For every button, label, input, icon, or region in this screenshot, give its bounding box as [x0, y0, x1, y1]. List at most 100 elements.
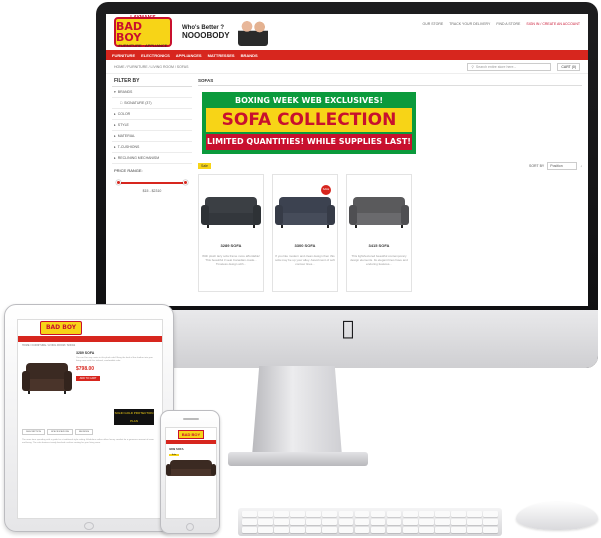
page-body: FILTER BY ▾ BRANDS □ SIGNATURE (37) ▸ COLOR…: [106, 74, 588, 294]
chevron-right-icon: ▸: [114, 134, 116, 138]
phone-sale-tag: Sale: [169, 454, 179, 456]
chevron-down-icon: ▾: [114, 90, 116, 94]
price-slider[interactable]: [116, 179, 188, 187]
nav-appliances[interactable]: APPLIANCES: [176, 53, 202, 58]
add-to-cart-button[interactable]: ADD TO CART: [76, 376, 100, 381]
device-mockup:  LAYMAN'S BAD BOY FURNITURE · APPLIANCE…: [0, 0, 601, 538]
nav-brands[interactable]: BRANDS: [241, 53, 258, 58]
page-title: SOFAS: [198, 76, 582, 86]
sort-label: SORT BY: [529, 164, 545, 168]
tab-description[interactable]: DESCRIPTION: [22, 429, 45, 435]
sort-bar: Sale SORT BY Position ↓: [198, 162, 582, 170]
logo-main-text: BAD BOY: [116, 20, 143, 44]
chevron-right-icon: ▸: [114, 145, 116, 149]
tablet-product-image[interactable]: [22, 351, 72, 405]
chevron-right-icon: ▸: [114, 123, 116, 127]
tab-specifications[interactable]: SPECIFICATIONS: [46, 429, 74, 435]
tablet-product-price: $798.00: [76, 366, 95, 372]
sofa-image[interactable]: [275, 193, 335, 237]
tablet-product-title: 3289 SOFA: [76, 351, 95, 355]
nav-electronics[interactable]: ELECTRONICS: [141, 53, 170, 58]
tab-reviews[interactable]: REVIEWS: [75, 429, 94, 435]
tagline: Who's Better ? NOOOBODY: [182, 25, 230, 40]
filter-material[interactable]: ▸ MATERIAL: [112, 131, 192, 142]
filter-signature[interactable]: □ SIGNATURE (37): [112, 98, 192, 109]
nav-mattresses[interactable]: MATTRESSES: [208, 53, 235, 58]
top-link-track-delivery[interactable]: TRACK YOUR DELIVERY: [449, 22, 490, 26]
product-listing: SOFAS BOXING WEEK WEB EXCLUSIVES! SOFA C…: [198, 76, 582, 292]
top-link-find-store[interactable]: FIND A STORE: [496, 22, 520, 26]
breadcrumb[interactable]: HOME / FURNITURE / LIVING ROOM / SOFAS: [114, 65, 188, 69]
product-name[interactable]: 3415 SOFA: [349, 243, 409, 248]
product-description: If you like modern and clean design then…: [275, 254, 335, 266]
search-input[interactable]: ⚲ Search entire store here...: [467, 62, 552, 71]
website-tablet: BAD BOY HOME / FURNITURE / LIVING ROOM /…: [17, 319, 163, 519]
site-header: LAYMAN'S BAD BOY FURNITURE · APPLIANCE W…: [106, 14, 588, 50]
crumb-bar: HOME / FURNITURE / LIVING ROOM / SOFAS ⚲…: [106, 60, 588, 74]
banner-bottom-text: LIMITED QUANTITIES! WHILE SUPPLIES LAST!: [206, 134, 412, 150]
price-range-value: $15 - $2310: [142, 189, 162, 193]
search-icon: ⚲: [471, 64, 474, 69]
keyboard: [238, 508, 502, 536]
search-placeholder: Search entire store here...: [475, 64, 517, 69]
product-card[interactable]: SALE 3300 SOFA If you like modern and cl…: [272, 174, 338, 292]
filter-brands-label: BRANDS: [117, 90, 133, 94]
checkbox-icon: □: [120, 101, 123, 105]
banner-top-text: BOXING WEEK WEB EXCLUSIVES!: [222, 94, 396, 107]
top-links: OUR STORE TRACK YOUR DELIVERY FIND A STO…: [422, 22, 580, 26]
speaker: [183, 418, 199, 420]
filter-sidebar: FILTER BY ▾ BRANDS □ SIGNATURE (37) ▸ COLOR…: [112, 76, 192, 292]
tagline-main: NOOOBODY: [182, 31, 230, 40]
filter-signature-label: SIGNATURE (37): [124, 101, 152, 105]
filter-cushions[interactable]: ▸ T-CUSHIONS: [112, 142, 192, 153]
price-slider-min-handle[interactable]: [116, 180, 121, 185]
website-desktop: LAYMAN'S BAD BOY FURNITURE · APPLIANCE W…: [106, 14, 588, 306]
product-name[interactable]: 3300 SOFA: [275, 243, 335, 248]
price-slider-max-handle[interactable]: [183, 180, 188, 185]
sofa-image[interactable]: [349, 193, 409, 237]
tablet-product: 3289 SOFA You can't be any cozier in thi…: [18, 349, 162, 407]
promo-banner[interactable]: BOXING WEEK WEB EXCLUSIVES! SOFA COLLECT…: [202, 92, 416, 154]
site-logo[interactable]: LAYMAN'S BAD BOY FURNITURE · APPLIANCE: [114, 16, 172, 48]
product-name[interactable]: 3289 SOFA: [201, 243, 261, 248]
filter-brands[interactable]: ▾ BRANDS: [112, 87, 192, 98]
product-card[interactable]: 3289 SOFA With plush lazy sofa frame mor…: [198, 174, 264, 292]
phone-product-title: 3289 SOFA: [169, 447, 184, 451]
mascots-image: [237, 18, 268, 46]
sort-direction-icon[interactable]: ↓: [580, 164, 582, 168]
filter-cushions-label: T-CUSHIONS: [117, 145, 140, 149]
phone-product-image[interactable]: [166, 458, 216, 488]
apple-logo-icon: : [339, 318, 357, 338]
iphone: BAD BOY 3289 SOFA Sale: [160, 410, 220, 534]
product-description: This light/textured beautiful contempora…: [350, 254, 408, 266]
filter-reclining[interactable]: ▸ RECLINING MECHANISM: [112, 153, 192, 164]
cart-button[interactable]: CART (0): [557, 62, 580, 71]
price-slider-track: [118, 182, 186, 184]
main-nav: FURNITURE ELECTRONICS APPLIANCES MATTRES…: [106, 50, 588, 60]
filter-color[interactable]: ▸ COLOR: [112, 109, 192, 120]
tablet-tabs: DESCRIPTION SPECIFICATIONS REVIEWS: [18, 427, 162, 437]
top-link-sign-in[interactable]: SIGN IN / CREATE AN ACCOUNT: [526, 22, 580, 26]
tablet-breadcrumb[interactable]: HOME / FURNITURE / LIVING ROOM / SOFAS: [18, 342, 162, 349]
protection-plan-badge[interactable]: SOLID GOLD PROTECTION PLAN: [114, 409, 154, 425]
nav-furniture[interactable]: FURNITURE: [112, 53, 135, 58]
logo-sub-text: FURNITURE · APPLIANCE: [118, 43, 168, 48]
phone-header: BAD BOY: [166, 428, 216, 440]
sort-select[interactable]: Position: [547, 162, 578, 170]
tablet-site-logo[interactable]: BAD BOY: [40, 321, 82, 335]
phone-site-logo[interactable]: BAD BOY: [178, 429, 204, 439]
top-link-our-store[interactable]: OUR STORE: [422, 22, 443, 26]
mouse: [516, 502, 598, 530]
tablet-header: BAD BOY: [18, 320, 162, 336]
tablet-product-desc: You can't be any cozier in this plush so…: [76, 357, 153, 362]
product-card[interactable]: 3415 SOFA This light/textured beautiful …: [346, 174, 412, 292]
sale-tag: Sale: [198, 163, 212, 169]
chevron-right-icon: ▸: [114, 156, 116, 160]
filter-title: FILTER BY: [112, 76, 192, 87]
product-grid: 3289 SOFA With plush lazy sofa frame mor…: [198, 174, 582, 292]
product-description: With plush lazy sofa frame more affordab…: [202, 254, 260, 266]
tablet-product-info: 3289 SOFA You can't be any cozier in thi…: [76, 351, 158, 405]
sofa-image[interactable]: [201, 193, 261, 237]
filter-style[interactable]: ▸ STYLE: [112, 120, 192, 131]
sort-by: SORT BY Position ↓: [529, 162, 582, 170]
